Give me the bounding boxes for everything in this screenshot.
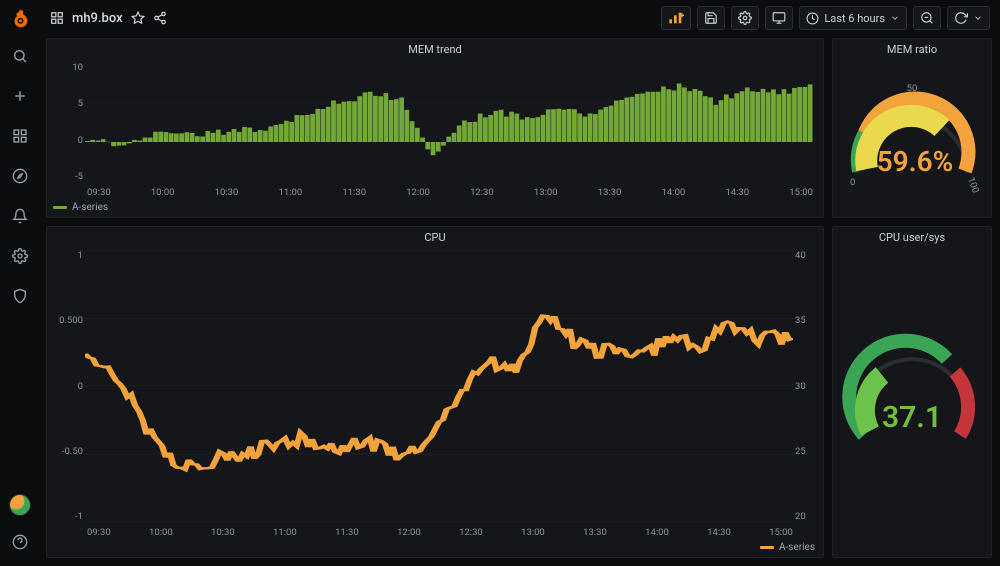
toolbar: Last 6 hours — [661, 6, 990, 30]
panel-title: CPU — [47, 227, 823, 246]
topbar: mh9.box Last 6 hours — [40, 0, 1000, 36]
y-axis-ticks: 1050-5 — [51, 62, 83, 182]
dashboards-icon[interactable] — [6, 122, 34, 150]
help-icon[interactable] — [6, 528, 34, 556]
gear-icon[interactable] — [6, 242, 34, 270]
dashboard-grid: MEM trend 1050-5 09:3010:0010:3011:0011:… — [46, 38, 992, 558]
legend: A-series — [47, 200, 823, 217]
y-axis-ticks-left: 10.5000-0.50-1 — [51, 250, 83, 522]
star-icon[interactable] — [131, 11, 145, 25]
shield-icon[interactable] — [6, 282, 34, 310]
mem-ratio-gauge: 50 0 100 59.6% — [837, 73, 987, 203]
svg-text:100: 100 — [965, 175, 981, 194]
grafana-logo-icon[interactable] — [9, 8, 31, 30]
explore-icon[interactable] — [6, 162, 34, 190]
panel-cpu-user-sys[interactable]: CPU user/sys 37.1 — [832, 226, 992, 558]
legend-label: A-series — [72, 202, 108, 213]
legend-swatch — [760, 546, 774, 549]
panel-mem-ratio[interactable]: MEM ratio 50 0 100 59.6% — [832, 38, 992, 218]
plus-icon[interactable] — [6, 82, 34, 110]
gauge-value: 59.6% — [877, 145, 954, 178]
search-icon[interactable] — [6, 42, 34, 70]
avatar[interactable] — [9, 494, 31, 516]
time-range-picker[interactable]: Last 6 hours — [799, 6, 907, 30]
tv-mode-button[interactable] — [765, 6, 793, 30]
cpu-chart — [85, 250, 793, 522]
panel-cpu[interactable]: CPU 10.5000-0.50-1 4035302520 09:3010:00… — [46, 226, 824, 558]
alerting-icon[interactable] — [6, 202, 34, 230]
panel-title: CPU user/sys — [833, 227, 991, 246]
cpu-gauge: 37.1 — [837, 327, 987, 477]
y-axis-ticks-right: 4035302520 — [795, 250, 819, 522]
legend-label: A-series — [779, 542, 815, 553]
share-icon[interactable] — [153, 11, 167, 25]
dashboards-nav-icon[interactable] — [50, 11, 64, 25]
add-panel-button[interactable] — [661, 6, 691, 30]
gauge-value: 37.1 — [882, 400, 942, 435]
breadcrumb: mh9.box — [50, 11, 167, 26]
legend: A-series — [47, 540, 823, 557]
x-axis-ticks: 09:3010:0010:3011:0011:3012:0012:3013:00… — [87, 187, 813, 198]
zoom-out-button[interactable] — [913, 6, 941, 30]
save-button[interactable] — [697, 6, 725, 30]
page-title[interactable]: mh9.box — [72, 11, 123, 26]
mem-trend-chart — [85, 62, 813, 182]
chevron-down-icon — [890, 13, 900, 23]
panel-title: MEM ratio — [833, 39, 991, 58]
refresh-button[interactable] — [947, 6, 990, 30]
nav-rail — [0, 0, 40, 566]
legend-swatch — [53, 206, 67, 209]
svg-text:0: 0 — [850, 177, 855, 188]
panel-mem-trend[interactable]: MEM trend 1050-5 09:3010:0010:3011:0011:… — [46, 38, 824, 218]
x-axis-ticks: 09:3010:0010:3011:0011:3012:0012:3013:00… — [87, 527, 793, 538]
chevron-down-icon — [973, 13, 983, 23]
settings-button[interactable] — [731, 6, 759, 30]
panel-title: MEM trend — [47, 39, 823, 58]
time-range-label: Last 6 hours — [824, 12, 885, 25]
